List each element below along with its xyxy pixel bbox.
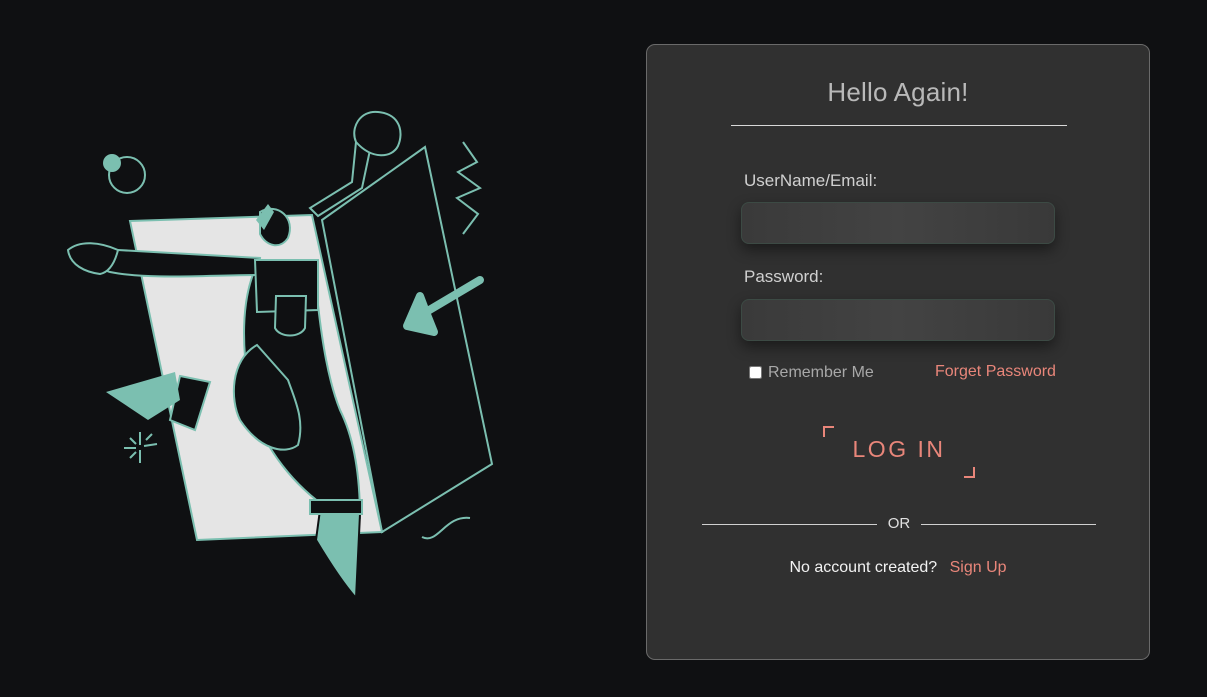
login-button[interactable]: LOG IN [823,426,975,478]
signup-row: No account created? Sign Up [647,559,1149,577]
squiggle-decor [421,516,471,540]
forgot-password-link[interactable]: Forget Password [935,363,1056,381]
username-input[interactable] [741,202,1055,244]
or-divider-text: OR [887,515,911,532]
username-label: UserName/Email: [744,171,878,190]
or-divider-right [921,524,1096,525]
or-divider-left [702,524,877,525]
card-title: Hello Again! [827,77,969,107]
bracket-corner-bottom-right [964,467,975,478]
password-input[interactable] [741,299,1055,341]
password-label: Password: [744,267,824,286]
login-page: Hello Again! UserName/Email: Password: R… [0,0,1207,697]
decor-circle [103,154,146,194]
login-card: Hello Again! UserName/Email: Password: R… [646,44,1150,660]
title-divider [731,125,1067,126]
dancing-person-illustration [66,110,494,601]
signup-link[interactable]: Sign Up [950,559,1007,576]
remember-me-checkbox[interactable] [749,365,762,379]
sparkle-decor [124,432,158,463]
login-button-label: LOG IN [852,436,946,462]
arrow-decor [403,276,484,336]
remember-me-label[interactable]: Remember Me [768,364,874,382]
zigzag-decor [455,141,483,235]
no-account-text: No account created? [789,559,938,576]
remember-me-row: Remember Me [749,363,874,381]
